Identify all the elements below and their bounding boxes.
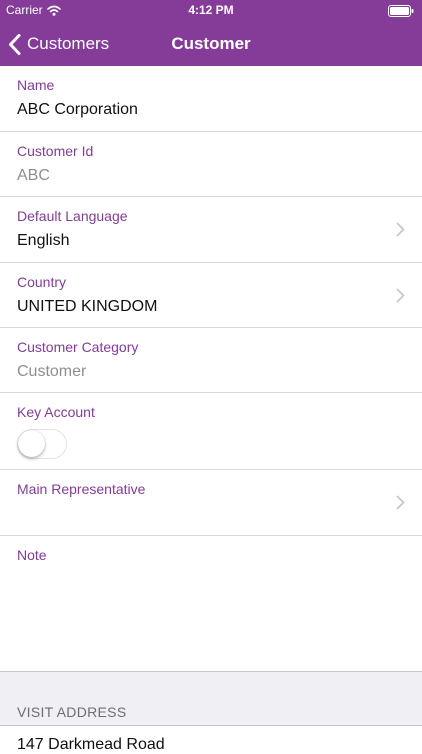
- name-field[interactable]: Name ABC Corporation: [0, 66, 422, 132]
- battery-icon: [388, 5, 414, 17]
- status-bar: Carrier 4:12 PM: [0, 0, 422, 22]
- key-account-label: Key Account: [17, 404, 95, 420]
- name-label: Name: [17, 77, 55, 93]
- visit-address-section-header: VISIT ADDRESS: [0, 671, 422, 726]
- main-representative-row[interactable]: Main Representative: [0, 470, 422, 536]
- chevron-left-icon: [9, 33, 21, 55]
- customer-category-value: Customer: [17, 363, 87, 380]
- chevron-right-icon: [396, 222, 405, 237]
- status-time: 4:12 PM: [188, 3, 234, 17]
- back-button[interactable]: Customers: [8, 22, 109, 66]
- country-label: Country: [17, 274, 67, 290]
- toggle-knob: [18, 430, 45, 457]
- default-language-label: Default Language: [17, 208, 128, 224]
- main-representative-label: Main Representative: [17, 481, 146, 497]
- country-value: UNITED KINGDOM: [17, 298, 158, 315]
- nav-bar: Customers Customer: [0, 22, 422, 66]
- customer-category-field: Customer Category Customer: [0, 328, 422, 393]
- note-label: Note: [17, 547, 47, 563]
- default-language-row[interactable]: Default Language English: [0, 197, 422, 263]
- customer-id-value: ABC: [17, 167, 50, 184]
- key-account-row: Key Account: [0, 393, 422, 470]
- customer-category-label: Customer Category: [17, 339, 139, 355]
- back-button-label: Customers: [27, 34, 110, 53]
- note-field[interactable]: Note: [0, 536, 422, 671]
- visit-address-line1[interactable]: 147 Darkmead Road: [17, 736, 165, 754]
- key-account-toggle[interactable]: [17, 429, 67, 459]
- name-value: ABC Corporation: [17, 101, 138, 118]
- default-language-value: English: [17, 232, 70, 249]
- customer-id-field: Customer Id ABC: [0, 132, 422, 197]
- header: Carrier 4:12 PM Customers Customer: [0, 0, 422, 66]
- chevron-right-icon: [396, 495, 405, 510]
- country-row[interactable]: Country UNITED KINGDOM: [0, 263, 422, 328]
- section-title: VISIT ADDRESS: [17, 704, 127, 720]
- chevron-right-icon: [396, 288, 405, 303]
- customer-id-label: Customer Id: [17, 143, 94, 159]
